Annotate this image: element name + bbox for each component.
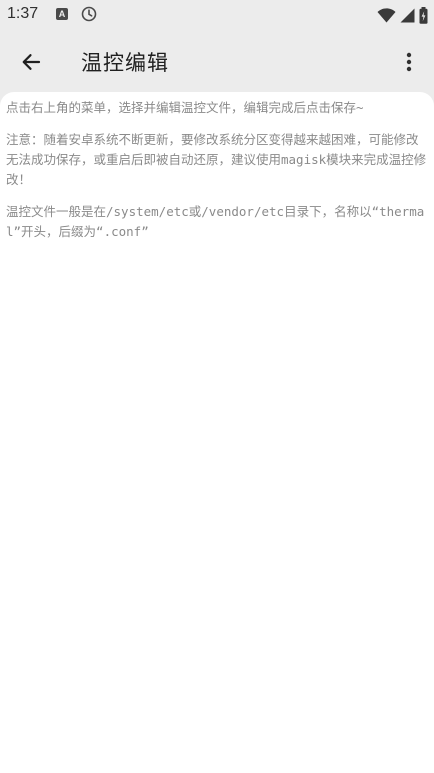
arrow-left-icon (22, 54, 41, 70)
info-paragraph-instructions: 点击右上角的菜单，选择并编辑温控文件，编辑完成后点击保存~ (6, 100, 364, 115)
clock-icon (81, 6, 97, 22)
more-options-button[interactable] (394, 45, 424, 79)
cell-signal-icon (400, 8, 415, 22)
info-paragraph-location: 温控文件一般是在/system/etc或/vendor/etc目录下，名称以“t… (6, 204, 425, 239)
app-bar: 温控编辑 (0, 30, 434, 92)
status-icons-right (377, 6, 428, 24)
wifi-icon (377, 7, 396, 22)
status-time: 1:37 (7, 5, 39, 22)
battery-icon (419, 6, 428, 24)
content-card: 点击右上角的菜单，选择并编辑温控文件，编辑完成后点击保存~ 注意：随着安卓系统不… (0, 92, 434, 773)
more-vertical-icon (406, 52, 412, 72)
back-button[interactable] (14, 45, 48, 79)
status-bar: 1:37 A (0, 0, 434, 30)
info-paragraph-warning: 注意：随着安卓系统不断更新，要修改系统分区变得越来越困难，可能修改无法成功保存，… (6, 132, 427, 187)
a-notification-icon: A (56, 8, 68, 20)
page-title: 温控编辑 (81, 51, 169, 75)
